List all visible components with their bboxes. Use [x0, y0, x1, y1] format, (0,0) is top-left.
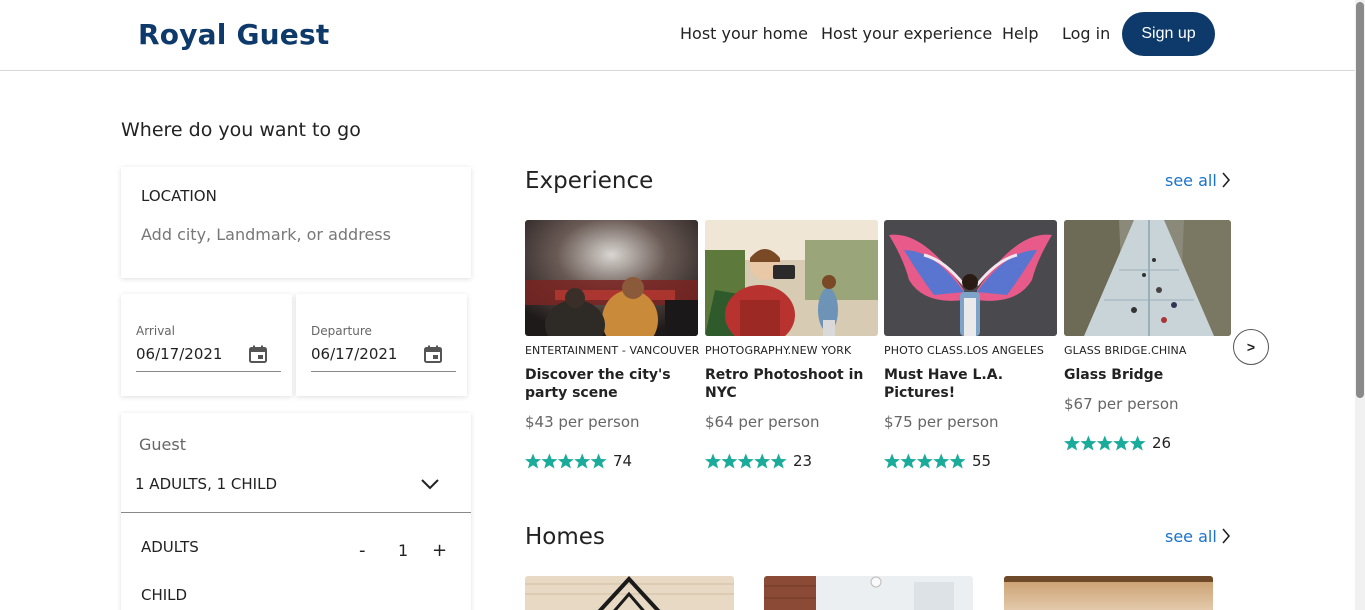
departure-date-value: 06/17/2021 [311, 345, 398, 363]
review-count: 23 [793, 452, 813, 470]
guest-label: Guest [139, 435, 186, 454]
star-rating [705, 453, 787, 469]
departure-label: Departure [311, 324, 372, 338]
brand-logo[interactable]: Royal Guest [138, 18, 329, 51]
page: Royal Guest Host your home Host your exp… [0, 0, 1365, 610]
calendar-icon[interactable] [424, 345, 442, 363]
experience-category: GLASS BRIDGE.CHINA [1064, 344, 1187, 357]
chevron-right-icon [1222, 528, 1230, 544]
experience-title: Must Have L.A. Pictures! [884, 367, 1004, 401]
chevron-down-icon[interactable] [421, 478, 439, 490]
adults-count: 1 [398, 541, 409, 560]
calendar-icon[interactable] [249, 345, 267, 363]
review-count: 55 [972, 452, 992, 470]
experience-price: $64 per person [705, 413, 820, 431]
page-scrollbar[interactable] [1355, 0, 1365, 610]
nav-host-experience[interactable]: Host your experience [821, 24, 992, 43]
experience-image-party [525, 220, 698, 336]
departure-date-field[interactable]: 06/17/2021 [311, 342, 456, 372]
experience-title: Discover the city's party scene [525, 367, 671, 401]
star-rating [525, 453, 607, 469]
child-label: CHILD [141, 586, 188, 604]
top-navbar: Royal Guest Host your home Host your exp… [0, 0, 1355, 71]
chevron-right-icon [1222, 172, 1230, 188]
see-all-label: see all [1165, 527, 1217, 546]
experience-title: Retro Photoshoot in NYC [705, 367, 864, 401]
experience-title: Glass Bridge [1064, 367, 1164, 383]
scrollbar-thumb[interactable] [1356, 2, 1364, 398]
nav-help[interactable]: Help [1002, 24, 1038, 43]
nav-login[interactable]: Log in [1062, 24, 1110, 43]
experience-price: $67 per person [1064, 395, 1179, 413]
experience-category: ENTERTAINMENT - VANCOUVER [525, 344, 700, 357]
experience-category: PHOTO CLASS.LOS ANGELES [884, 344, 1044, 357]
experience-price: $43 per person [525, 413, 640, 431]
arrival-date-value: 06/17/2021 [136, 345, 223, 363]
location-input[interactable] [141, 225, 451, 244]
experience-category: PHOTOGRAPHY.NEW YORK [705, 344, 852, 357]
home-image[interactable] [1004, 576, 1213, 610]
see-all-label: see all [1165, 171, 1217, 190]
experience-image-photoshoot [705, 220, 878, 336]
arrival-card: Arrival 06/17/2021 [121, 294, 292, 396]
carousel-next-button[interactable]: > [1233, 329, 1269, 365]
experience-card[interactable]: PHOTOGRAPHY.NEW YORK Retro Photoshoot in… [705, 220, 878, 480]
guest-select[interactable]: 1 ADULTS, 1 CHILD [135, 475, 455, 493]
location-card: LOCATION [121, 167, 471, 278]
divider [121, 512, 471, 513]
experience-image-glass-bridge [1064, 220, 1231, 336]
location-label: LOCATION [141, 187, 217, 205]
arrival-date-field[interactable]: 06/17/2021 [136, 342, 281, 372]
review-count: 74 [613, 452, 633, 470]
homes-see-all-link[interactable]: see all [1165, 527, 1231, 546]
experience-image-wings [884, 220, 1057, 336]
review-count: 26 [1152, 434, 1172, 452]
experience-see-all-link[interactable]: see all [1165, 171, 1231, 190]
signup-button[interactable]: Sign up [1122, 12, 1215, 56]
home-image[interactable] [525, 576, 734, 610]
departure-card: Departure 06/17/2021 [296, 294, 467, 396]
homes-title: Homes [525, 524, 605, 550]
search-heading: Where do you want to go [121, 119, 361, 141]
guest-card: Guest 1 ADULTS, 1 CHILD ADULTS - 1 + CHI… [121, 413, 471, 610]
nav-host-home[interactable]: Host your home [680, 24, 808, 43]
experience-card[interactable]: PHOTO CLASS.LOS ANGELES Must Have L.A. P… [884, 220, 1057, 480]
experience-title: Experience [525, 168, 654, 194]
experience-card[interactable]: GLASS BRIDGE.CHINA Glass Bridge $67 per … [1064, 220, 1231, 480]
experience-card[interactable]: ENTERTAINMENT - VANCOUVER Discover the c… [525, 220, 700, 480]
star-rating [1064, 435, 1146, 451]
arrival-label: Arrival [136, 324, 175, 338]
adults-label: ADULTS [141, 538, 199, 556]
star-rating [884, 453, 966, 469]
adults-decrement-button[interactable]: - [359, 540, 366, 561]
experience-price: $75 per person [884, 413, 999, 431]
adults-increment-button[interactable]: + [432, 540, 447, 561]
home-image[interactable] [764, 576, 973, 610]
